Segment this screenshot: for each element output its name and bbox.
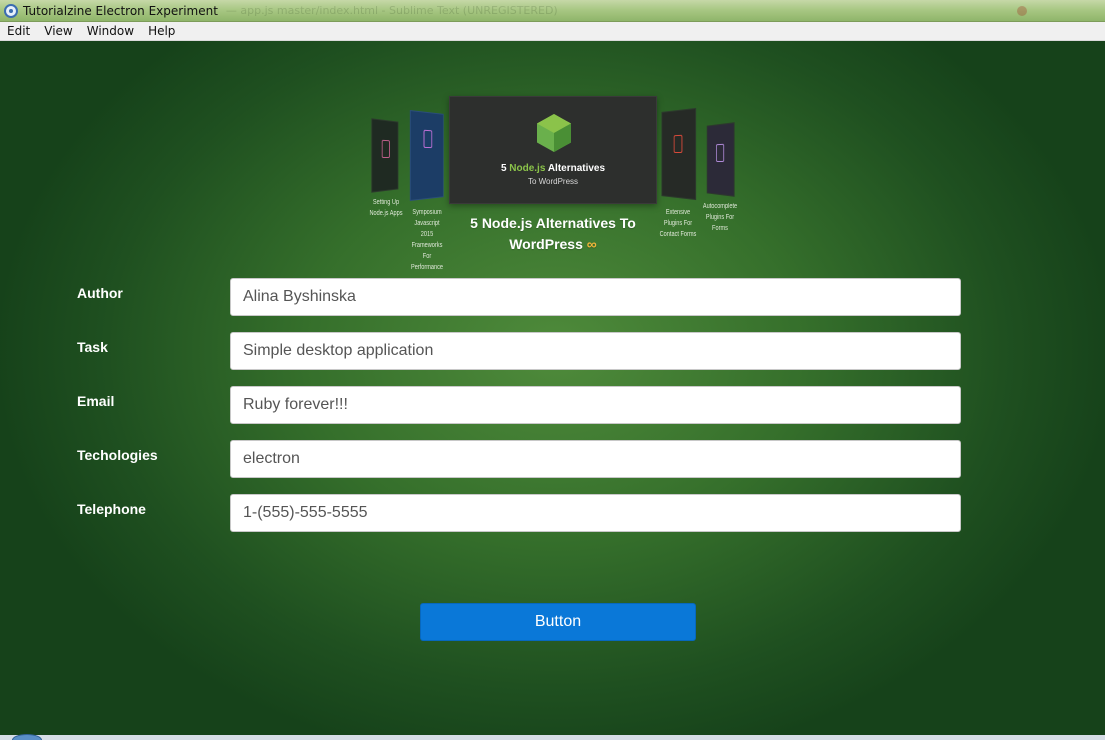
email-label: Email [77,393,115,409]
titlebar-decoration [1017,6,1027,16]
form-row-email: Email [0,386,1105,424]
article-thumbnail-icon [715,144,725,163]
taskbar-edge [0,734,1105,740]
telephone-label: Telephone [77,501,146,517]
author-label: Author [77,285,123,301]
task-input[interactable] [230,332,961,370]
menu-edit[interactable]: Edit [0,22,37,41]
article-thumbnail-icon [423,129,432,149]
carousel-card-far-right[interactable] [706,122,735,197]
article-thumbnail-icon [381,140,390,159]
email-input[interactable] [230,386,961,424]
carousel-caption-far-left: Setting Up Node.js Apps [369,199,403,217]
window-title: Tutorialzine Electron Experiment [23,3,218,18]
menu-window[interactable]: Window [80,22,141,41]
menu-view[interactable]: View [37,22,79,41]
start-orb-icon[interactable] [12,734,42,740]
form-row-technologies: Techologies [0,440,1105,478]
menu-help[interactable]: Help [141,22,182,41]
article-carousel: Setting Up Node.js Apps Symposium Javasc… [0,41,1105,271]
technologies-label: Techologies [77,447,158,463]
carousel-card-far-left[interactable] [371,118,399,193]
form-row-telephone: Telephone [0,494,1105,532]
app-content: Setting Up Node.js Apps Symposium Javasc… [0,41,1105,740]
carousel-caption-far-right: Autocomplete Plugins For Forms [702,203,738,232]
carousel-card-featured[interactable]: 5 Node.js Alternatives To WordPress [449,96,657,204]
featured-article-caption[interactable]: 5 Node.js Alternatives To WordPress ∞ [449,213,657,255]
telephone-input[interactable] [230,494,961,532]
featured-card-title: 5 Node.js Alternatives [500,163,606,174]
author-input[interactable] [230,278,961,316]
carousel-card-left[interactable] [409,109,444,202]
task-label: Task [77,339,108,355]
carousel-caption-right: Extensive Plugins For Contact Forms [659,209,697,238]
form-row-task: Task [0,332,1105,370]
infinity-icon: ∞ [586,236,597,252]
electron-app-icon [4,3,18,18]
menu-bar: Edit View Window Help [0,22,1105,41]
carousel-caption-left: Symposium Javascript 2015 Frameworks For… [410,209,444,271]
window-titlebar[interactable]: Tutorialzine Electron Experiment — app.j… [0,0,1105,22]
form-row-author: Author [0,278,1105,316]
article-thumbnail-icon [673,134,683,154]
featured-card-subtitle: To WordPress [527,177,579,186]
nodejs-hexagon-icon [537,114,571,152]
window-title-ghost: — app.js master/index.html - Sublime Tex… [225,4,558,17]
technologies-input[interactable] [230,440,961,478]
carousel-card-right[interactable] [661,107,697,201]
submit-button[interactable]: Button [420,603,696,641]
